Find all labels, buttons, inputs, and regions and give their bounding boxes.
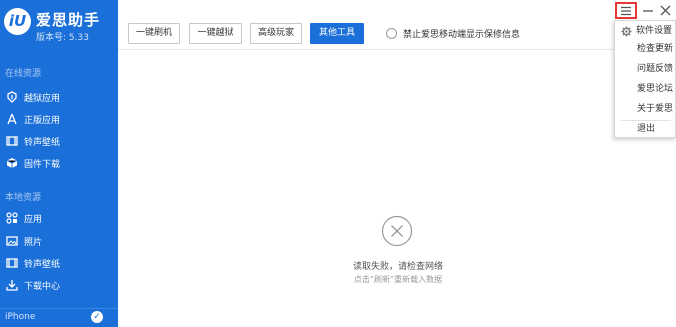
apps-grid-icon [5,211,19,225]
minimize-button[interactable] [642,3,654,17]
sidebar-item-label: 越狱应用 [24,93,61,104]
menu-item-label: 退出 [637,124,656,134]
menu-item-about[interactable]: 关于爱思 [615,101,676,118]
photo-icon [5,234,19,248]
other-tools-button[interactable]: 其他工具 [310,23,364,44]
menu-item-label: 检查更新 [637,44,674,54]
advanced-player-button[interactable]: 高级玩家 [250,23,302,44]
sidebar-item-photos[interactable]: 照片 [0,230,118,252]
sidebar-item-label: 固件下载 [24,159,61,170]
menu-item-forum[interactable]: 爱思论坛 [615,81,676,98]
one-click-jailbreak-button[interactable]: 一键越狱 [189,23,242,44]
menu-item-label: 软件设置 [636,26,673,36]
section-online-resources: 在线资源 [5,69,42,79]
warranty-info-label: 禁止爱思移动端显示保修信息 [403,29,521,40]
sidebar-item-ringtone-wallpaper[interactable]: 铃声壁纸 [0,130,118,152]
menu-item-check-update[interactable]: 检查更新 [615,41,676,58]
one-click-flash-button[interactable]: 一键刷机 [128,23,180,44]
radio-button[interactable] [386,27,397,39]
device-selector[interactable]: iPhone ✓ [0,308,118,327]
sidebar-item-label: 照片 [24,237,43,248]
menu-item-label: 问题反馈 [637,64,674,74]
menu-item-label: 关于爱思 [637,104,674,114]
download-icon [5,278,19,292]
ringtone-wallpaper-icon [5,134,19,148]
sidebar-item-jailbreak-apps[interactable]: 越狱应用 [0,86,118,108]
sidebar-item-download-center[interactable]: 下载中心 [0,274,118,296]
error-circle-icon [381,215,413,247]
app-logo: iU [4,8,31,35]
minimize-icon [643,10,653,12]
check-icon: ✓ [91,311,103,323]
brand-header: iU 爱思助手 版本号: 5.33 [0,0,118,50]
sidebar-item-official-apps[interactable]: 正版应用 [0,108,118,130]
refresh-hint: 点击“刷新”重新载入数据 [353,275,443,284]
app-store-icon [5,112,19,126]
app-title: 爱思助手 [36,11,101,29]
sidebar-item-label: 铃声壁纸 [24,137,61,148]
warranty-info-toggle[interactable]: 禁止爱思移动端显示保修信息 [386,26,520,40]
section-local-resources: 本地资源 [5,193,42,203]
sidebar-item-label: 正版应用 [24,115,61,126]
sidebar-item-label: 铃声壁纸 [24,259,61,270]
gear-icon [621,26,632,37]
sidebar-item-apps[interactable]: 应用 [0,207,118,229]
sidebar-item-label: 应用 [24,214,43,225]
app-version: 版本号: 5.33 [36,33,89,43]
sidebar-item-firmware-download[interactable]: 固件下载 [0,152,118,174]
menu-item-label: 爱思论坛 [637,84,674,94]
jailbreak-apps-icon [5,90,19,104]
menu-item-software-settings[interactable]: 软件设置 [615,23,676,40]
sidebar: iU 爱思助手 版本号: 5.33 在线资源 越狱应用 正版应用 铃声壁纸 固件… [0,0,118,327]
main-menu-dropdown: 软件设置 检查更新 问题反馈 爱思论坛 关于爱思 退出 [614,20,676,138]
toolbar: 一键刷机 一键越狱 高级玩家 其他工具 禁止爱思移动端显示保修信息 [118,0,676,50]
menu-item-feedback[interactable]: 问题反馈 [615,61,676,78]
close-icon [660,5,670,15]
sidebar-item-local-ringtone-wallpaper[interactable]: 铃声壁纸 [0,252,118,274]
ringtone-wallpaper-icon [5,256,19,270]
hamburger-icon [621,6,631,15]
menu-button[interactable] [615,2,637,19]
menu-item-exit[interactable]: 退出 [615,121,676,138]
close-button[interactable] [659,3,671,17]
sidebar-item-label: 下载中心 [24,281,61,292]
error-message: 读取失败，请检查网络 [352,262,443,272]
device-name: iPhone [5,312,36,322]
firmware-icon [5,156,19,170]
